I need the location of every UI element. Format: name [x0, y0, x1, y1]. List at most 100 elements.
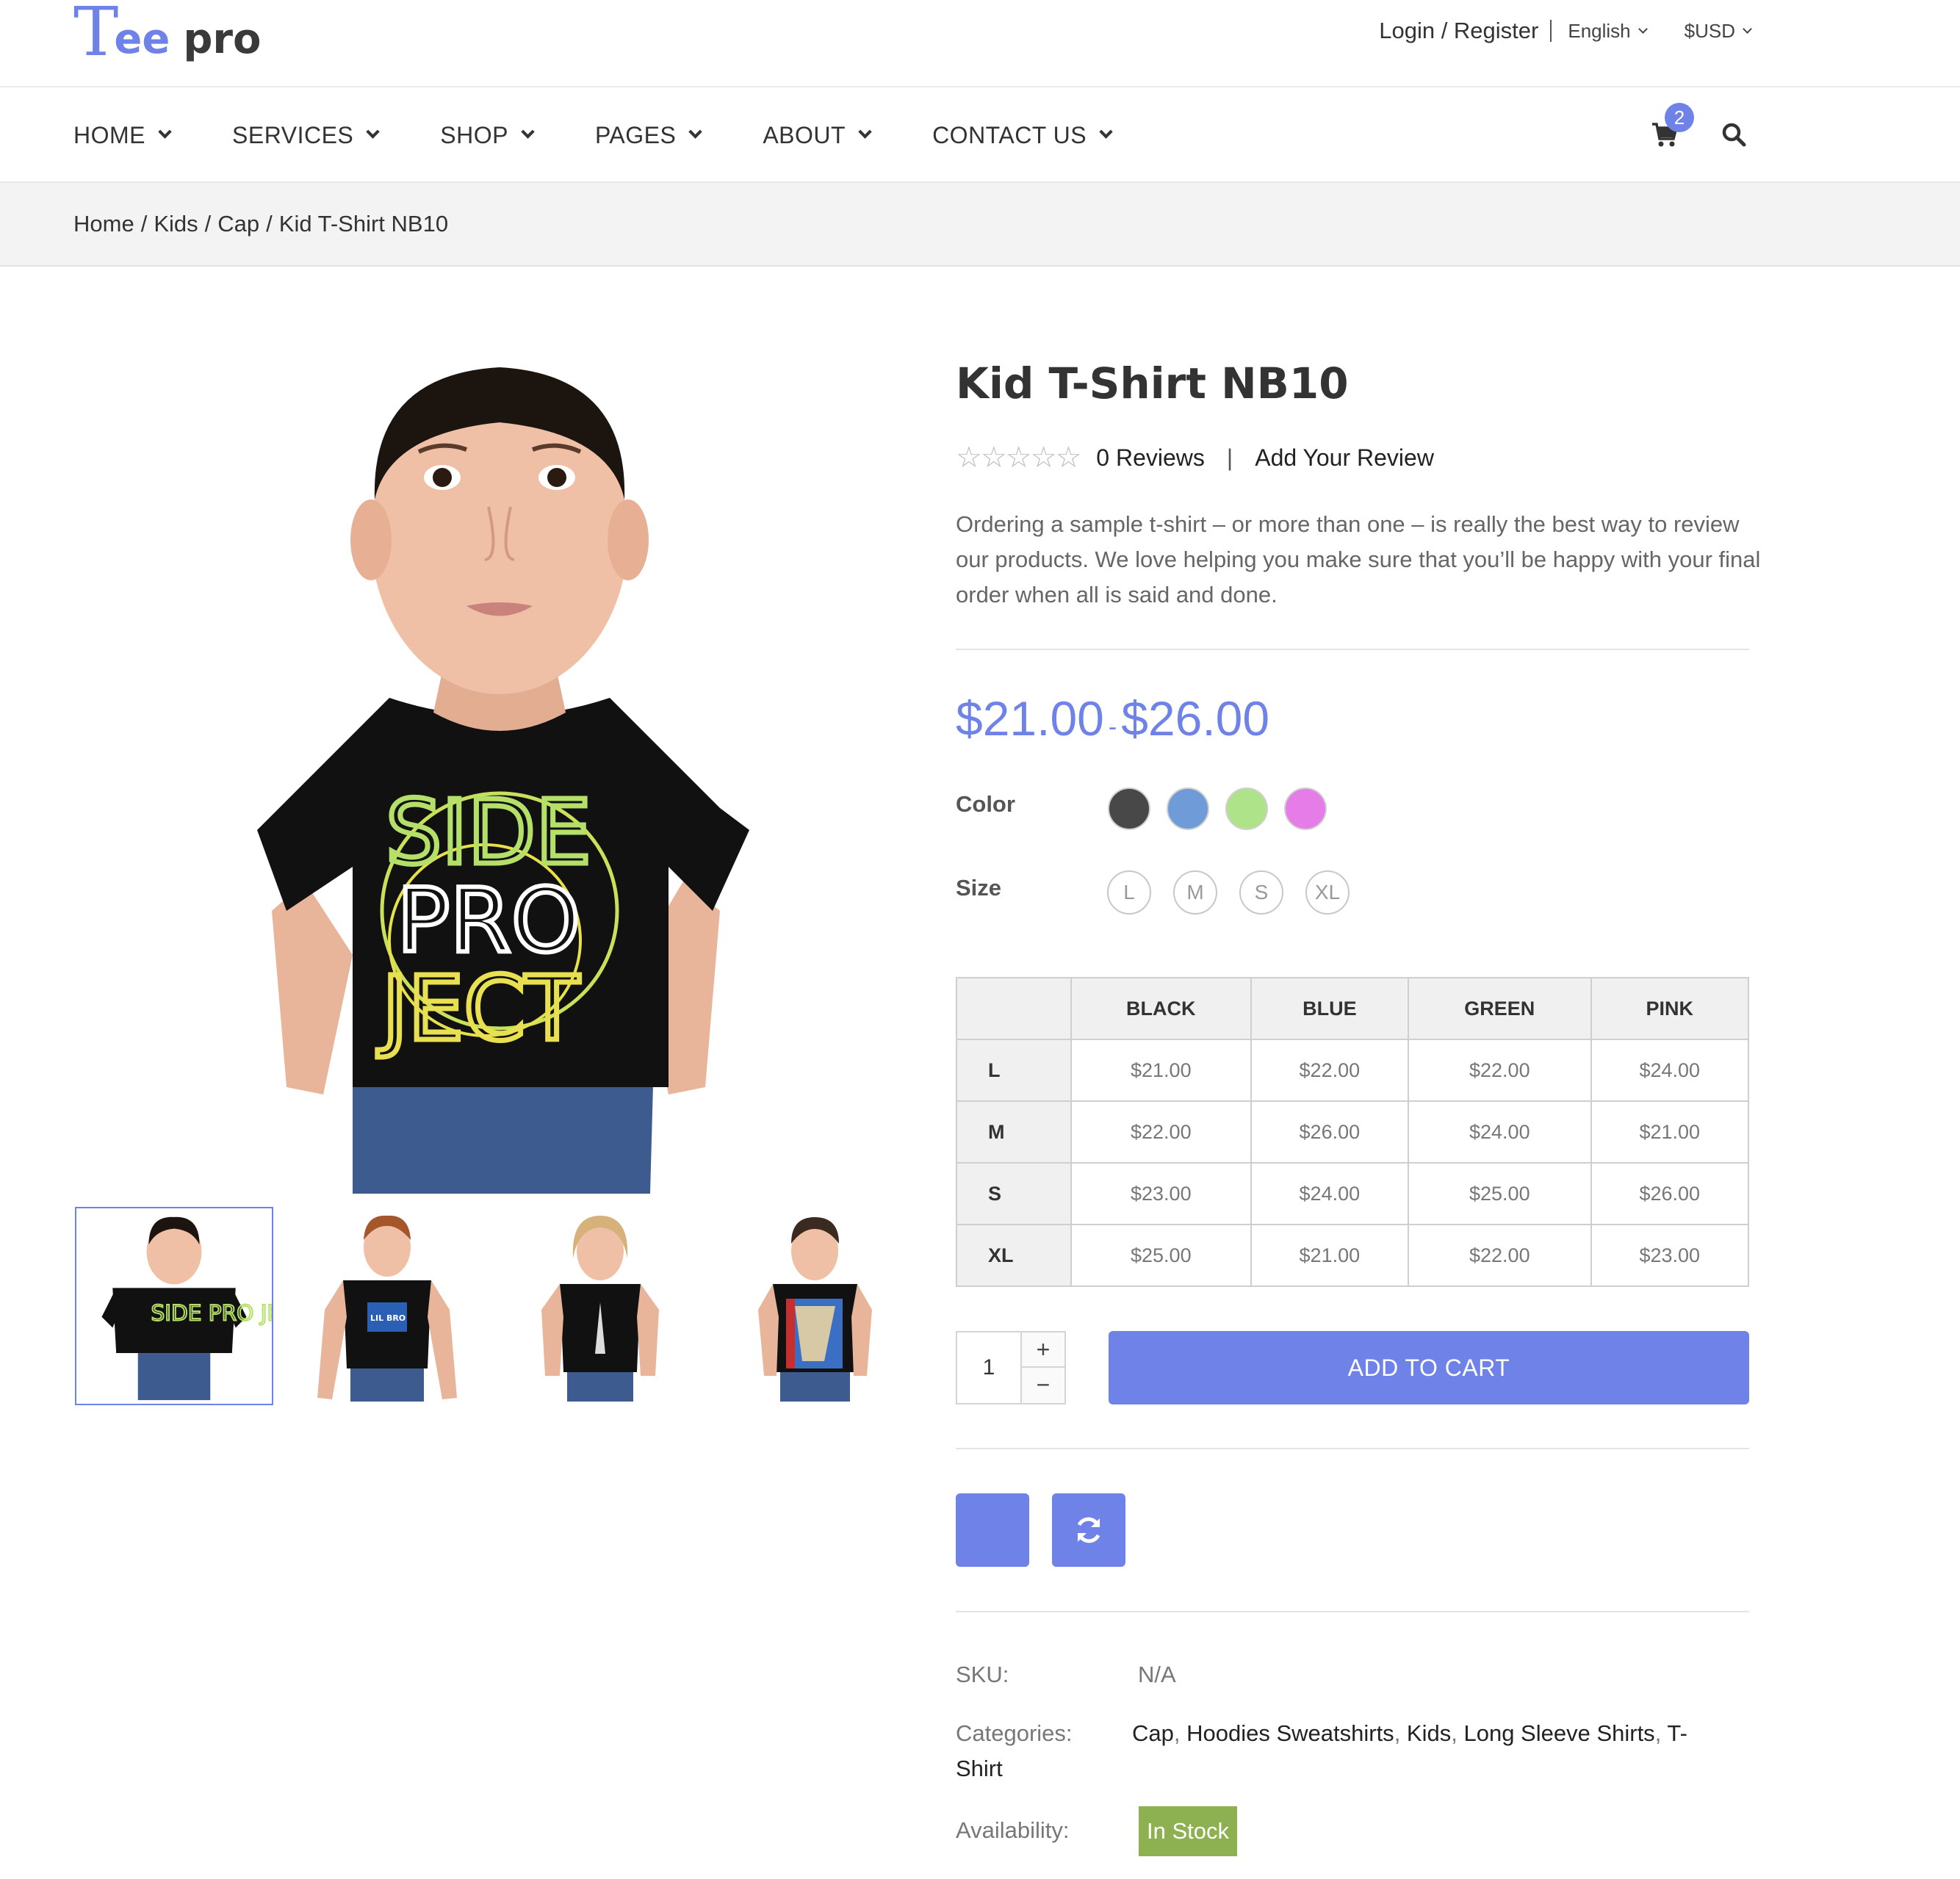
quantity-increase-button[interactable]: + [1020, 1332, 1064, 1368]
size-option-xl[interactable]: XL [1305, 870, 1350, 915]
size-option-m[interactable]: M [1173, 870, 1217, 915]
availability-label: Availability: [956, 1817, 1070, 1843]
thumbnail-image: SIDE PRO JECT [101, 1216, 311, 1401]
table-row: M $22.00 $26.00 $24.00 $21.00 [956, 1100, 1750, 1164]
breadcrumb-current: Kid T-Shirt NB10 [278, 211, 449, 237]
table-header-cell [956, 977, 1072, 1040]
currency-label: $USD [1684, 19, 1735, 42]
star-empty-icon: ☆ [1005, 441, 1032, 474]
login-register-link[interactable]: Login / Register [1379, 18, 1538, 44]
breadcrumb: Home / Kids / Cap / Kid T-Shirt NB10 [73, 183, 448, 265]
divider [956, 1448, 1749, 1449]
product-main-image[interactable]: SIDE PRO JECT [242, 353, 757, 1194]
nav-label: HOME [73, 121, 145, 148]
category-link-cap[interactable]: Cap [1132, 1720, 1174, 1746]
table-cell: $23.00 [1590, 1224, 1750, 1287]
category-link-kids[interactable]: Kids [1407, 1720, 1451, 1746]
product-title: Kid T-Shirt NB10 [956, 358, 1349, 408]
nav-item-services[interactable]: SERVICES [232, 121, 380, 149]
table-header-cell: GREEN [1408, 977, 1592, 1040]
table-cell: $24.00 [1250, 1162, 1410, 1225]
breadcrumb-separator: / [266, 211, 273, 237]
divider [956, 1611, 1749, 1612]
nav-label: CONTACT US [932, 121, 1087, 148]
account-links: Login / Register English $USD [1379, 13, 1752, 48]
thumbnail-1[interactable]: SIDE PRO JECT [75, 1207, 311, 1405]
categories-label: Categories: [956, 1720, 1073, 1746]
thumbnail-image [541, 1216, 659, 1402]
breadcrumb-separator: / [140, 211, 148, 237]
language-selector[interactable]: English [1568, 19, 1648, 43]
nav-item-pages[interactable]: PAGES [594, 121, 703, 149]
color-label: Color [956, 791, 1015, 817]
table-cell: $22.00 [1070, 1100, 1252, 1164]
price-range: $21.00 - $26.00 [956, 690, 1269, 746]
divider [956, 649, 1749, 650]
chevron-down-icon [858, 124, 872, 139]
quantity-decrease-button[interactable]: − [1020, 1368, 1064, 1403]
size-label: Size [956, 875, 1002, 901]
thumbnail-2[interactable]: LIL BRO [288, 1207, 486, 1405]
divider: | [1226, 444, 1233, 471]
quantity-input[interactable]: 1 [957, 1332, 1020, 1403]
color-swatch-black[interactable] [1108, 787, 1150, 830]
chevron-down-icon [1637, 24, 1648, 34]
chevron-down-icon [366, 124, 380, 139]
chevron-down-icon [688, 124, 703, 139]
color-swatch-blue[interactable] [1167, 787, 1209, 830]
color-swatch-pink[interactable] [1284, 787, 1327, 830]
category-link-hoodies[interactable]: Hoodies Sweatshirts [1186, 1720, 1394, 1746]
table-row: XL $25.00 $21.00 $22.00 $23.00 [956, 1224, 1750, 1287]
chevron-down-icon [158, 124, 172, 139]
reviews-count-link[interactable]: 0 Reviews [1096, 444, 1205, 472]
color-swatch-green[interactable] [1225, 787, 1268, 830]
shirt-print-line-2: PRO [397, 870, 580, 973]
price-separator: - [1108, 713, 1117, 741]
add-review-link[interactable]: Add Your Review [1255, 444, 1434, 472]
divider [1550, 20, 1552, 42]
compare-button[interactable] [1052, 1493, 1125, 1567]
sku-value: N/A [1138, 1662, 1176, 1687]
search-icon[interactable] [1721, 121, 1747, 148]
nav-label: SHOP [440, 121, 508, 148]
thumbnail-4[interactable] [714, 1207, 912, 1405]
currency-selector[interactable]: $USD [1684, 19, 1752, 43]
table-row: L $21.00 $22.00 $22.00 $24.00 [956, 1039, 1750, 1102]
table-header-cell: BLUE [1250, 977, 1410, 1040]
price-matrix-table: BLACK BLUE GREEN PINK L $21.00 $22.00 $2… [956, 977, 1750, 1287]
nav-label: SERVICES [232, 121, 354, 148]
category-link-long-sleeve[interactable]: Long Sleeve Shirts [1463, 1720, 1654, 1746]
chevron-down-icon [1099, 124, 1113, 139]
nav-item-home[interactable]: HOME [73, 121, 172, 149]
star-empty-icon: ☆ [980, 441, 1007, 474]
thumbnail-3[interactable] [501, 1207, 699, 1405]
thumbnail-print: LIL BRO [370, 1313, 406, 1323]
cart-count-badge: 2 [1665, 103, 1694, 132]
thumbnail-image [758, 1217, 872, 1402]
table-cell: $25.00 [1070, 1224, 1252, 1287]
nav-item-contact-us[interactable]: CONTACT US [932, 121, 1113, 149]
quantity-stepper: 1 + − [956, 1331, 1066, 1404]
size-option-s[interactable]: S [1239, 870, 1283, 915]
sku-label: SKU: [956, 1662, 1009, 1687]
logo[interactable]: T ee pro [73, 0, 262, 66]
breadcrumb-kids[interactable]: Kids [154, 211, 198, 237]
category-link-t-shirt[interactable]: T- [1667, 1720, 1687, 1746]
nav-label: PAGES [594, 121, 677, 148]
language-label: English [1568, 19, 1631, 42]
logo-text-ee: ee [114, 15, 170, 63]
nav-item-shop[interactable]: SHOP [440, 121, 535, 149]
table-cell: $22.00 [1408, 1039, 1592, 1102]
table-cell: $26.00 [1250, 1100, 1410, 1164]
nav-item-about[interactable]: ABOUT [763, 122, 872, 149]
breadcrumb-home[interactable]: Home [73, 211, 134, 237]
main-nav: HOME SERVICES SHOP PAGES ABOUT CONTACT U… [0, 89, 1960, 181]
category-link-t-shirt-wrap[interactable]: Shirt [956, 1751, 1003, 1786]
add-to-cart-button[interactable]: ADD TO CART [1109, 1331, 1749, 1404]
breadcrumb-cap[interactable]: Cap [217, 211, 259, 237]
table-cell: $21.00 [1070, 1039, 1252, 1102]
chevron-down-icon [1743, 24, 1752, 34]
wishlist-button[interactable] [956, 1493, 1029, 1567]
size-option-l[interactable]: L [1107, 870, 1151, 915]
star-empty-icon: ☆ [1055, 441, 1082, 474]
